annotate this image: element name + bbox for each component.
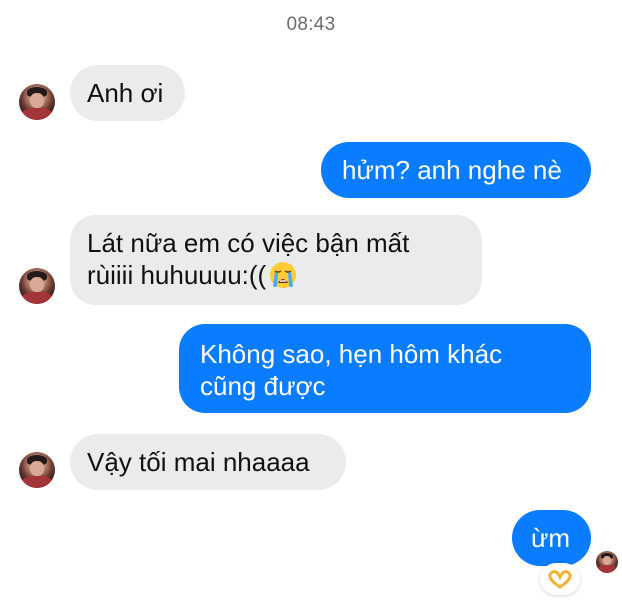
message-reaction[interactable] <box>540 563 580 595</box>
outgoing-message-bubble[interactable]: ừm <box>512 510 591 566</box>
incoming-message-bubble[interactable]: Anh ơi <box>70 65 185 121</box>
heart-hands-icon <box>548 570 572 589</box>
message-text: Vậy tối mai nhaaaa <box>87 447 310 477</box>
message-text: hửm? anh nghe nè <box>342 155 562 185</box>
loudly-crying-face-icon <box>270 262 297 288</box>
incoming-message-bubble[interactable]: Vậy tối mai nhaaaa <box>70 434 346 490</box>
contact-avatar[interactable] <box>19 268 55 304</box>
message-text: Anh ơi <box>87 78 164 108</box>
outgoing-message-bubble[interactable]: Không sao, hẹn hôm khác cũng được <box>179 324 591 413</box>
message-text: Không sao, hẹn hôm khác <box>200 339 503 369</box>
message-text: ừm <box>531 523 571 553</box>
incoming-message-bubble[interactable]: Lát nữa em có việc bận mất rùiiii huhuuu… <box>70 215 482 305</box>
outgoing-message-bubble[interactable]: hửm? anh nghe nè <box>321 142 591 198</box>
message-text: rùiiii huhuuuu:(( <box>87 260 267 290</box>
read-receipt-avatar <box>596 551 618 573</box>
message-text: cũng được <box>200 371 326 401</box>
contact-avatar[interactable] <box>19 84 55 120</box>
chat-timestamp: 08:43 <box>286 14 336 35</box>
message-text: Lát nữa em có việc bận mất <box>87 228 410 258</box>
contact-avatar[interactable] <box>19 452 55 488</box>
